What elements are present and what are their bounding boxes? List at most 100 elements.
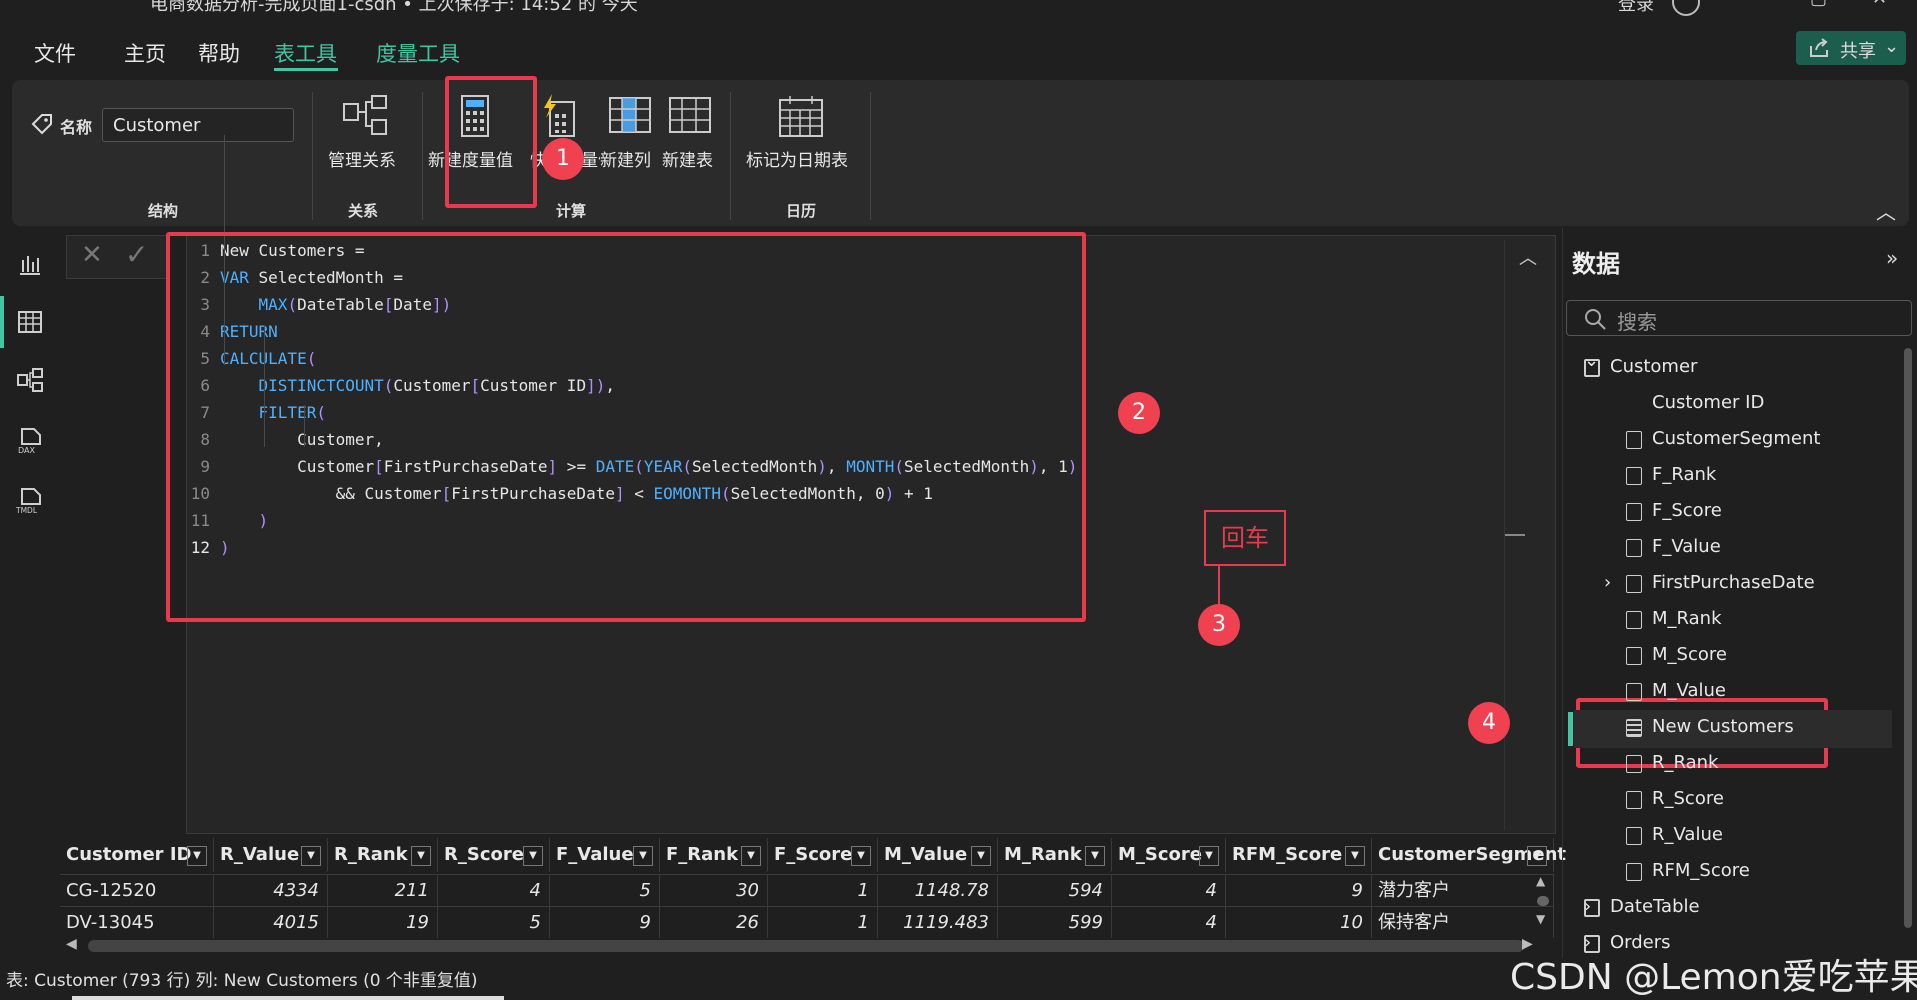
chevron-right-icon[interactable]: › <box>1604 572 1611 593</box>
collapse-pane-icon[interactable]: » <box>1886 246 1898 270</box>
field-item[interactable]: F_Rank <box>1652 464 1716 485</box>
login-link[interactable]: 登录 <box>1618 0 1654 16</box>
manage-relationships-button[interactable]: 管理关系 <box>326 94 406 174</box>
field-item[interactable]: CustomerSegment <box>1652 428 1820 449</box>
scroll-down-icon[interactable]: ▼ <box>1536 912 1545 926</box>
table-cell[interactable]: 26 <box>660 906 768 938</box>
table-cell[interactable]: 599 <box>998 906 1112 938</box>
new-table-button[interactable]: 新建表 <box>660 94 720 174</box>
table-cell[interactable]: 5 <box>550 874 660 906</box>
search-input[interactable]: 搜索 <box>1566 300 1912 336</box>
column-header[interactable]: F_Score ▼ <box>768 838 878 872</box>
field-item[interactable]: M_Score <box>1652 644 1727 665</box>
filter-dropdown-icon[interactable]: ▼ <box>301 846 321 866</box>
column-header[interactable]: CustomerSegment ▼ <box>1372 838 1566 872</box>
scroll-thumb[interactable] <box>1537 896 1549 906</box>
table-hscroll-thumb[interactable] <box>88 940 1524 952</box>
field-item[interactable]: DateTable <box>1610 896 1700 917</box>
table-cell[interactable]: 4 <box>438 874 550 906</box>
column-header[interactable]: M_Value ▼ <box>878 838 998 872</box>
table-cell[interactable]: CG-12520 <box>60 874 214 906</box>
table-cell[interactable]: 19 <box>328 906 438 938</box>
table-cell[interactable]: 4 <box>1112 874 1226 906</box>
menu-help[interactable]: 帮助 <box>198 38 240 68</box>
scroll-left-icon[interactable]: ◀ <box>66 936 77 952</box>
new-column-button[interactable]: 新建列 <box>600 94 660 174</box>
filter-dropdown-icon[interactable]: ▼ <box>971 846 991 866</box>
table-cell[interactable]: 211 <box>328 874 438 906</box>
menu-file[interactable]: 文件 <box>34 38 76 68</box>
table-cell[interactable]: 保持客户 <box>1372 906 1554 938</box>
table-cell[interactable]: 1148.78 <box>878 874 998 906</box>
filter-dropdown-icon[interactable]: ▼ <box>523 846 543 866</box>
column-header[interactable]: R_Rank ▼ <box>328 838 438 872</box>
scroll-thumb[interactable] <box>1505 534 1525 536</box>
table-cell[interactable]: 5 <box>438 906 550 938</box>
collapse-ribbon-icon[interactable]: ︿ <box>1876 196 1896 225</box>
field-item[interactable]: FirstPurchaseDate <box>1652 572 1815 593</box>
filter-dropdown-icon[interactable]: ▼ <box>1527 846 1547 866</box>
close-icon[interactable]: ✕ <box>1872 0 1887 9</box>
minimize-icon[interactable]: — <box>1750 0 1768 9</box>
filter-dropdown-icon[interactable]: ▼ <box>741 846 761 866</box>
filter-dropdown-icon[interactable]: ▼ <box>1199 846 1219 866</box>
column-header[interactable]: R_Value ▼ <box>214 838 328 872</box>
field-item[interactable]: Orders <box>1610 932 1671 956</box>
table-cell[interactable]: 30 <box>660 874 768 906</box>
table-cell[interactable]: 1119.483 <box>878 906 998 938</box>
table-vscroll[interactable]: ▲ ▼ <box>1536 874 1550 938</box>
editor-scroll-area[interactable]: ︿ <box>1504 240 1545 830</box>
scroll-up-icon[interactable]: ▲ <box>1536 874 1545 888</box>
table-cell[interactable]: 4015 <box>214 906 328 938</box>
table-cell[interactable]: 9 <box>1226 874 1372 906</box>
field-item[interactable]: M_Value <box>1652 680 1726 701</box>
avatar-icon[interactable] <box>1672 0 1700 16</box>
field-item[interactable]: M_Rank <box>1652 608 1722 629</box>
table-cell[interactable]: 9 <box>550 906 660 938</box>
field-item[interactable]: F_Score <box>1652 500 1722 521</box>
table-cell[interactable]: 1 <box>768 906 878 938</box>
field-item[interactable]: Customer ID <box>1652 392 1764 413</box>
field-item[interactable]: Customer <box>1610 356 1697 377</box>
column-header[interactable]: RFM_Score ▼ <box>1226 838 1372 872</box>
report-view-icon[interactable] <box>16 250 44 278</box>
field-item[interactable]: R_Value <box>1652 824 1723 845</box>
field-item[interactable]: RFM_Score <box>1652 860 1750 881</box>
table-cell[interactable]: 1 <box>768 874 878 906</box>
chevron-up-icon[interactable]: ︿ <box>1519 244 1537 270</box>
maximize-icon[interactable]: ▢ <box>1810 0 1827 9</box>
name-input[interactable]: Customer <box>102 108 294 142</box>
column-header[interactable]: F_Value ▼ <box>550 838 660 872</box>
table-cell[interactable]: DV-13045 <box>60 906 214 938</box>
filter-dropdown-icon[interactable]: ▼ <box>1345 846 1365 866</box>
table-cell[interactable]: 潜力客户 <box>1372 874 1554 906</box>
column-header[interactable]: R_Score ▼ <box>438 838 550 872</box>
filter-dropdown-icon[interactable]: ▼ <box>187 846 207 866</box>
column-header[interactable]: Customer ID ▼ <box>60 838 214 872</box>
tmdl-view-icon[interactable]: TMDL <box>16 486 44 514</box>
share-button[interactable]: 共享 ⌄ <box>1796 31 1906 65</box>
filter-dropdown-icon[interactable]: ▼ <box>411 846 431 866</box>
table-cell[interactable]: 4 <box>1112 906 1226 938</box>
mark-date-table-button[interactable]: 标记为日期表 <box>744 94 860 174</box>
field-item[interactable]: R_Rank <box>1652 752 1718 773</box>
column-header[interactable]: M_Rank ▼ <box>998 838 1112 872</box>
menu-table-tools[interactable]: 表工具 <box>274 38 337 68</box>
filter-dropdown-icon[interactable]: ▼ <box>633 846 653 866</box>
menu-home[interactable]: 主页 <box>124 38 166 68</box>
column-header[interactable]: M_Score ▼ <box>1112 838 1226 872</box>
commit-formula-icon[interactable]: ✓ <box>125 238 148 271</box>
table-cell[interactable]: 4334 <box>214 874 328 906</box>
cancel-formula-icon[interactable]: ✕ <box>81 240 103 270</box>
menu-measure-tools[interactable]: 度量工具 <box>376 38 460 68</box>
field-item[interactable]: F_Value <box>1652 536 1721 557</box>
column-header[interactable]: F_Rank ▼ <box>660 838 768 872</box>
model-view-icon[interactable] <box>16 366 44 394</box>
filter-dropdown-icon[interactable]: ▼ <box>851 846 871 866</box>
table-view-icon[interactable] <box>16 308 44 336</box>
table-cell[interactable]: 10 <box>1226 906 1372 938</box>
table-cell[interactable]: 594 <box>998 874 1112 906</box>
filter-dropdown-icon[interactable]: ▼ <box>1085 846 1105 866</box>
field-item[interactable]: R_Score <box>1652 788 1724 809</box>
field-item[interactable]: New Customers <box>1652 716 1794 737</box>
